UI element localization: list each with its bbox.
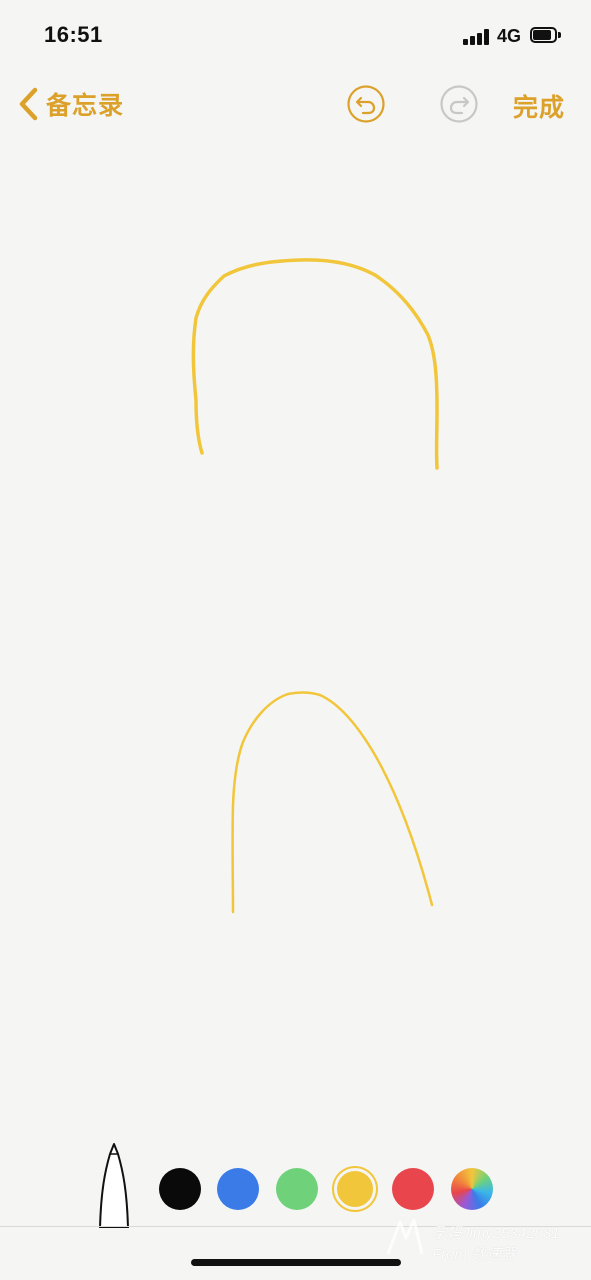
pen-tool-icon[interactable] xyxy=(95,1136,133,1228)
watermark-source: From 数速器 xyxy=(432,1246,517,1263)
color-swatch-red[interactable] xyxy=(392,1168,434,1210)
drawn-stroke xyxy=(231,691,434,914)
redo-icon[interactable] xyxy=(439,84,479,124)
done-button[interactable]: 完成 xyxy=(513,88,565,124)
back-label: 备忘录 xyxy=(46,92,125,120)
color-swatch-yellow[interactable] xyxy=(334,1168,376,1210)
chevron-left-icon xyxy=(19,87,38,121)
status-time: 16:51 xyxy=(44,22,103,47)
tool-palette xyxy=(0,1130,591,1230)
drawing-canvas[interactable] xyxy=(0,136,591,1136)
undo-icon[interactable] xyxy=(346,84,386,124)
home-indicator[interactable] xyxy=(191,1259,401,1266)
palette-divider xyxy=(0,1226,591,1227)
status-bar: 16:51 4G xyxy=(0,0,591,72)
notes-drawing-screen: 16:51 4G 备忘录 完成 孕妈Jimy25342081 From 数速器 xyxy=(0,0,591,1280)
color-swatch-blue[interactable] xyxy=(217,1168,259,1210)
back-button[interactable]: 备忘录 xyxy=(14,84,124,124)
navigation-bar: 备忘录 完成 xyxy=(0,72,591,136)
cellular-signal-icon xyxy=(463,29,491,45)
color-picker-multicolor[interactable] xyxy=(451,1168,493,1210)
battery-icon xyxy=(530,27,562,45)
network-type: 4G xyxy=(497,26,522,46)
color-swatch-green[interactable] xyxy=(276,1168,318,1210)
color-swatch-black[interactable] xyxy=(159,1168,201,1210)
drawn-stroke xyxy=(191,258,439,470)
